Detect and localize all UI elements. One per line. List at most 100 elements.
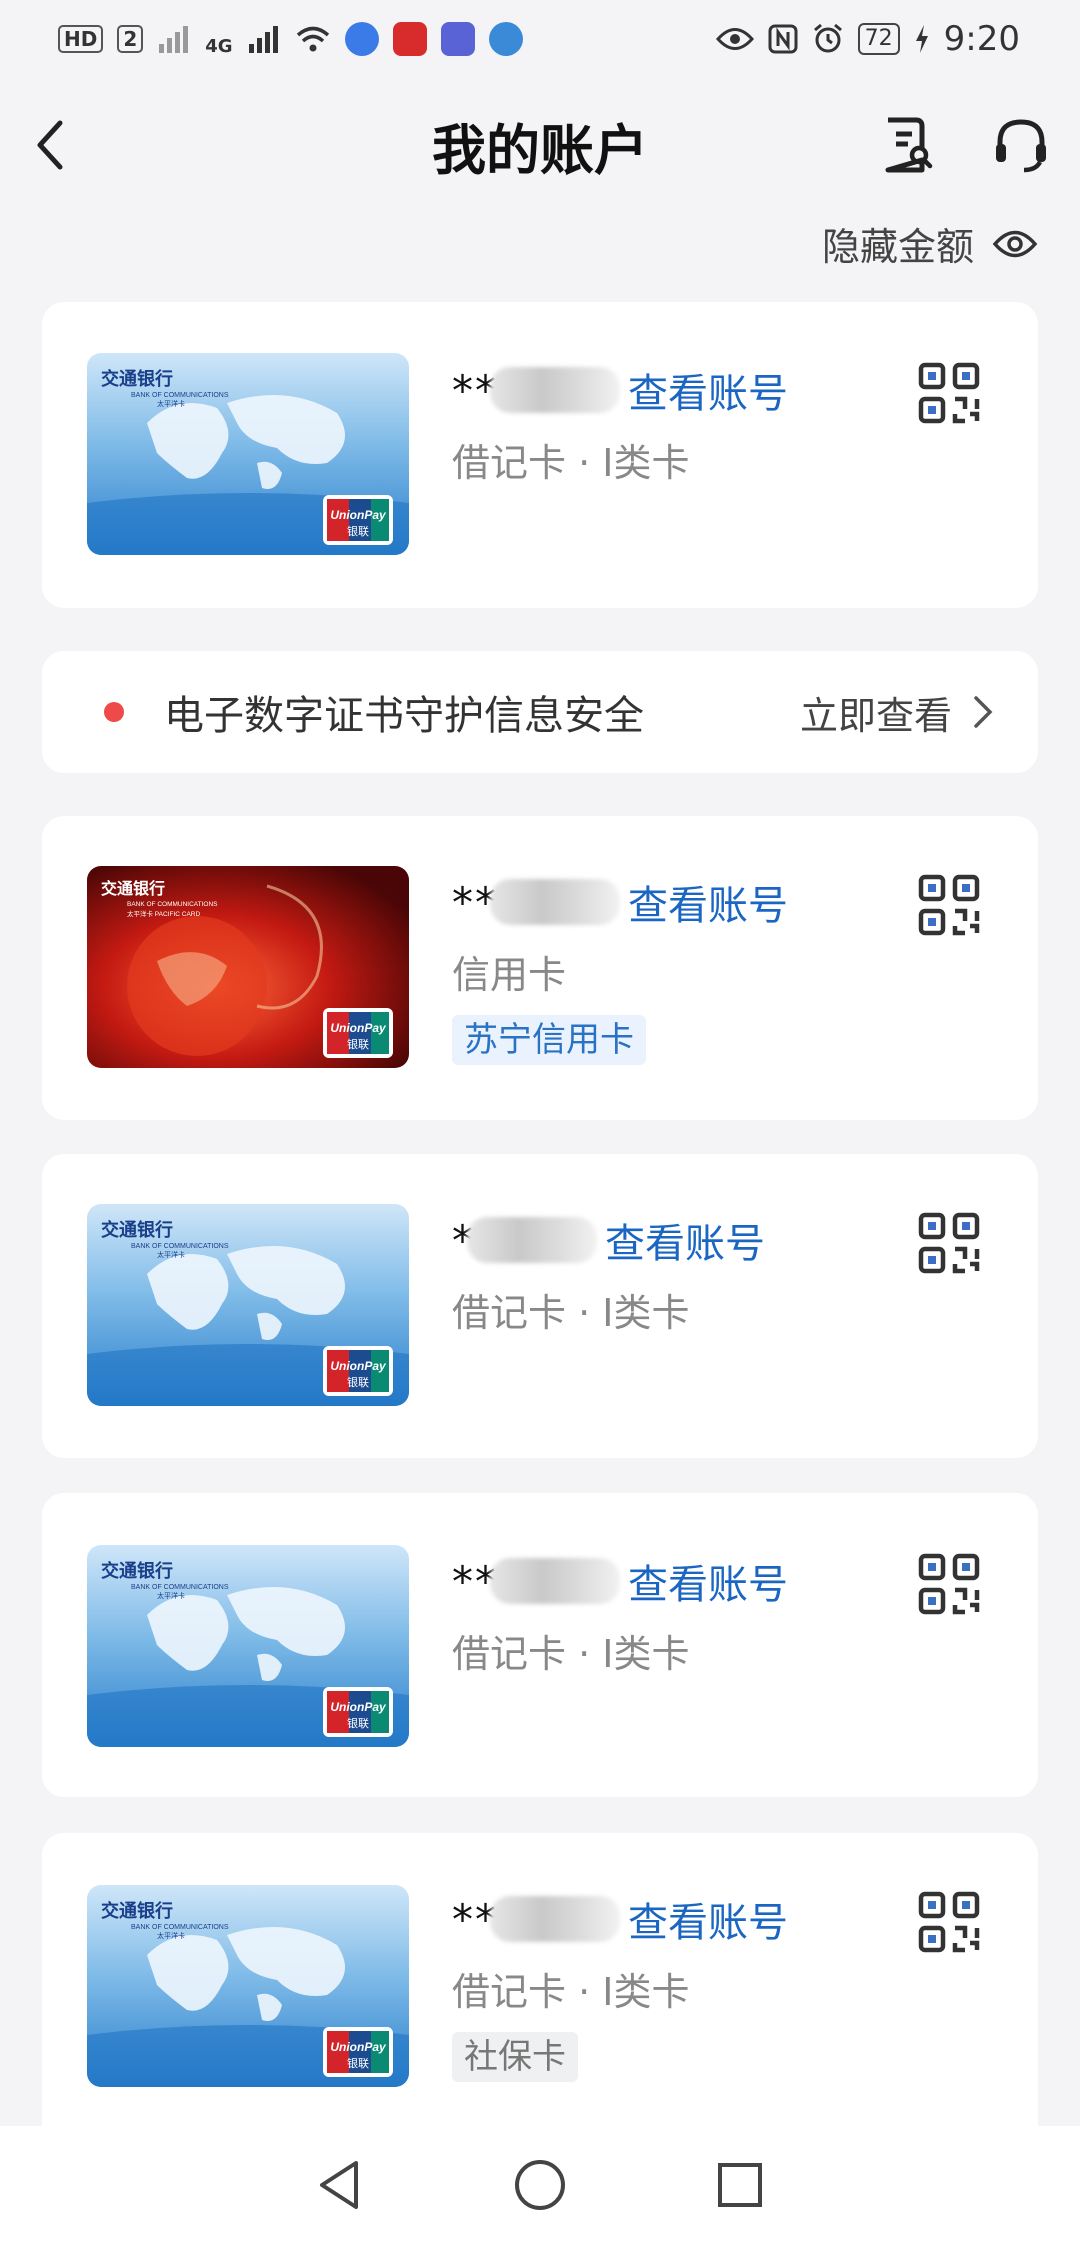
account-card-1[interactable]: 交通银行 BANK OF COMMUNICATIONS 太平洋卡 UnionPa… bbox=[42, 302, 1038, 608]
home-circle-icon[interactable] bbox=[510, 2155, 570, 2215]
card-type-label: 信用卡 bbox=[452, 953, 567, 997]
clock: 9:20 bbox=[943, 19, 1020, 59]
back-triangle-icon[interactable] bbox=[310, 2155, 370, 2215]
blurred-digits bbox=[490, 1896, 620, 1942]
svg-text:UnionPay: UnionPay bbox=[330, 2040, 387, 2054]
svg-text:银联: 银联 bbox=[347, 1716, 369, 1730]
svg-text:太平洋卡 PACIFIC CARD: 太平洋卡 PACIFIC CARD bbox=[127, 909, 200, 918]
wifi-icon bbox=[296, 26, 329, 52]
customer-service-icon[interactable] bbox=[988, 112, 1054, 178]
qr-code-icon[interactable] bbox=[918, 874, 980, 936]
svg-text:BANK OF COMMUNICATIONS: BANK OF COMMUNICATIONS bbox=[127, 901, 218, 908]
svg-text:银联: 银联 bbox=[347, 524, 369, 538]
app-header: 我的账户 bbox=[0, 90, 1080, 200]
view-account-number-link[interactable]: 查看账号 bbox=[628, 361, 788, 419]
svg-text:UnionPay: UnionPay bbox=[330, 1700, 387, 1714]
status-right: 72 9:20 bbox=[715, 19, 1020, 59]
svg-text:BANK OF COMMUNICATIONS: BANK OF COMMUNICATIONS bbox=[131, 1243, 229, 1250]
eye-icon bbox=[992, 230, 1038, 257]
system-nav-bar bbox=[0, 2126, 1080, 2244]
card-image: 交通银行 BANK OF COMMUNICATIONS 太平洋卡 UnionPa… bbox=[87, 1885, 409, 2087]
view-account-number-link[interactable]: 查看账号 bbox=[628, 873, 788, 931]
blurred-digits bbox=[490, 367, 620, 413]
browser-app-icon bbox=[488, 22, 523, 56]
back-icon[interactable] bbox=[22, 115, 82, 175]
card-type-label: 借记卡 · Ⅰ类卡 bbox=[452, 1291, 690, 1335]
card-type-label: 借记卡 · Ⅰ类卡 bbox=[452, 1632, 690, 1676]
svg-text:太平洋卡: 太平洋卡 bbox=[157, 399, 185, 408]
hide-amount-toggle[interactable]: 隐藏金额 bbox=[822, 216, 1038, 271]
card-info: * 查看账号 借记卡 · Ⅰ类卡 bbox=[452, 1210, 765, 1337]
view-account-number-link[interactable]: 查看账号 bbox=[628, 1552, 788, 1610]
signal-icon bbox=[248, 26, 278, 53]
svg-text:交通银行: 交通银行 bbox=[101, 1900, 173, 1922]
notice-action-label: 立即查看 bbox=[799, 693, 952, 738]
blurred-digits bbox=[467, 1217, 597, 1263]
svg-text:交通银行: 交通银行 bbox=[101, 1219, 173, 1241]
svg-text:太平洋卡: 太平洋卡 bbox=[157, 1591, 185, 1600]
study-app-icon bbox=[392, 22, 427, 56]
view-account-number-link[interactable]: 查看账号 bbox=[605, 1211, 765, 1269]
card-info: ** 查看账号 借记卡 · Ⅰ类卡 bbox=[452, 360, 788, 487]
qr-code-icon[interactable] bbox=[918, 1891, 980, 1953]
nfc-icon bbox=[768, 24, 798, 54]
notice-text: 电子数字证书守护信息安全 bbox=[164, 693, 644, 739]
chevron-right-icon bbox=[974, 696, 993, 728]
recents-square-icon[interactable] bbox=[710, 2155, 770, 2215]
battery-level: 72 bbox=[857, 23, 900, 55]
blurred-digits bbox=[490, 879, 620, 925]
music-app-icon bbox=[344, 22, 379, 56]
card-info: ** 查看账号 借记卡 · Ⅰ类卡 社保卡 bbox=[452, 1889, 788, 2082]
bank-card-blue: 交通银行 BANK OF COMMUNICATIONS 太平洋卡 UnionPa… bbox=[87, 1204, 409, 1406]
svg-text:交通银行: 交通银行 bbox=[101, 879, 165, 898]
document-search-icon[interactable] bbox=[872, 112, 938, 178]
notice-action-link[interactable]: 立即查看 bbox=[800, 685, 994, 740]
card-info: ** 查看账号 信用卡 苏宁信用卡 bbox=[452, 872, 788, 1065]
hd-badge: HD bbox=[58, 25, 104, 53]
bank-card-red: 交通银行 BANK OF COMMUNICATIONS 太平洋卡 PACIFIC… bbox=[87, 866, 409, 1068]
card-info: ** 查看账号 借记卡 · Ⅰ类卡 bbox=[452, 1551, 788, 1678]
account-card-4[interactable]: 交通银行 BANK OF COMMUNICATIONS 太平洋卡 UnionPa… bbox=[42, 1493, 1038, 1797]
status-left: HD 2 4G bbox=[58, 22, 523, 57]
view-account-number-link[interactable]: 查看账号 bbox=[628, 1890, 788, 1948]
qr-code-icon[interactable] bbox=[918, 362, 980, 424]
qr-code-icon[interactable] bbox=[918, 1553, 980, 1615]
card-tag: 苏宁信用卡 bbox=[452, 1015, 646, 1065]
page-title: 我的账户 bbox=[432, 118, 648, 182]
signal-empty-icon bbox=[159, 26, 189, 53]
bank-card-blue: 交通银行 BANK OF COMMUNICATIONS 太平洋卡 UnionPa… bbox=[87, 353, 409, 555]
status-bar: HD 2 4G 72 9:20 bbox=[0, 0, 1080, 78]
card-image: 交通银行 BANK OF COMMUNICATIONS 太平洋卡 UnionPa… bbox=[87, 1545, 409, 1747]
edu-app-icon bbox=[440, 22, 475, 56]
eye-icon bbox=[715, 28, 754, 50]
svg-text:UnionPay: UnionPay bbox=[330, 1359, 387, 1373]
svg-text:BANK OF COMMUNICATIONS: BANK OF COMMUNICATIONS bbox=[131, 392, 229, 399]
charging-icon bbox=[915, 25, 928, 53]
card-image: 交通银行 BANK OF COMMUNICATIONS 太平洋卡 PACIFIC… bbox=[87, 866, 409, 1068]
sim-badge: 2 bbox=[117, 25, 144, 53]
card-tag: 社保卡 bbox=[452, 2032, 578, 2082]
svg-text:BANK OF COMMUNICATIONS: BANK OF COMMUNICATIONS bbox=[131, 1584, 229, 1591]
card-type-label: 借记卡 · Ⅰ类卡 bbox=[452, 1970, 690, 2014]
account-card-5[interactable]: 交通银行 BANK OF COMMUNICATIONS 太平洋卡 UnionPa… bbox=[42, 1833, 1038, 2163]
card-image: 交通银行 BANK OF COMMUNICATIONS 太平洋卡 UnionPa… bbox=[87, 353, 409, 555]
card-image: 交通银行 BANK OF COMMUNICATIONS 太平洋卡 UnionPa… bbox=[87, 1204, 409, 1406]
svg-text:银联: 银联 bbox=[347, 2056, 369, 2070]
svg-text:交通银行: 交通银行 bbox=[101, 1560, 173, 1582]
certificate-notice-banner[interactable]: 电子数字证书守护信息安全 立即查看 bbox=[42, 651, 1038, 773]
bank-card-blue: 交通银行 BANK OF COMMUNICATIONS 太平洋卡 UnionPa… bbox=[87, 1885, 409, 2087]
svg-text:交通银行: 交通银行 bbox=[101, 368, 173, 390]
alarm-icon bbox=[813, 23, 842, 53]
notice-dot bbox=[104, 702, 124, 722]
account-card-3[interactable]: 交通银行 BANK OF COMMUNICATIONS 太平洋卡 UnionPa… bbox=[42, 1154, 1038, 1458]
hide-amount-label: 隐藏金额 bbox=[821, 225, 974, 269]
svg-text:UnionPay: UnionPay bbox=[330, 508, 387, 522]
svg-text:BANK OF COMMUNICATIONS: BANK OF COMMUNICATIONS bbox=[131, 1924, 229, 1931]
svg-text:太平洋卡: 太平洋卡 bbox=[157, 1250, 185, 1259]
qr-code-icon[interactable] bbox=[918, 1212, 980, 1274]
network-type: 4G bbox=[205, 35, 233, 57]
screen: HD 2 4G 72 9:20 我的账户 隐藏金额 交通银行 BANK OF C… bbox=[0, 0, 1080, 2244]
svg-text:银联: 银联 bbox=[347, 1037, 369, 1051]
svg-text:银联: 银联 bbox=[347, 1375, 369, 1389]
account-card-2[interactable]: 交通银行 BANK OF COMMUNICATIONS 太平洋卡 PACIFIC… bbox=[42, 816, 1038, 1120]
